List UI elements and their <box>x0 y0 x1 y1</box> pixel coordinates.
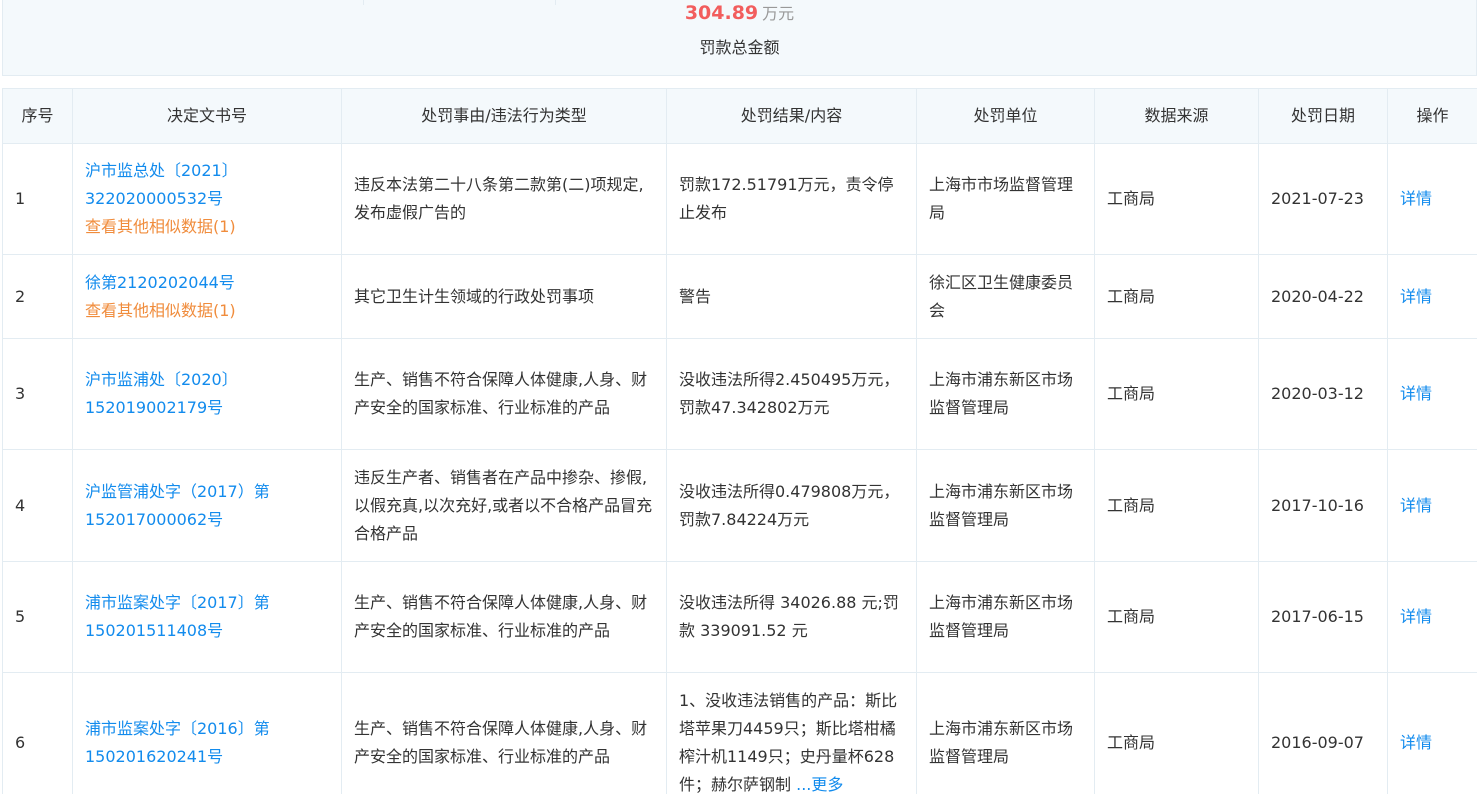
detail-link[interactable]: 详情 <box>1400 496 1432 515</box>
header-result: 处罚结果/内容 <box>666 88 917 144</box>
detail-link[interactable]: 详情 <box>1400 384 1432 403</box>
view-similar-link[interactable]: 查看其他相似数据(1) <box>85 297 329 325</box>
unit-cell: 徐汇区卫生健康委员会 <box>916 254 1095 339</box>
unit-cell: 上海市浦东新区市场监督管理局 <box>916 338 1095 450</box>
row-index: 5 <box>2 561 73 673</box>
header-index: 序号 <box>2 88 73 144</box>
doc-no-link[interactable]: 沪市监总处〔2021〕322020000532号 <box>85 157 329 213</box>
table-row: 4 沪监管浦处字（2017）第152017000062号 违反生产者、销售者在产… <box>2 449 1477 562</box>
source-cell: 工商局 <box>1094 143 1259 255</box>
header-reason: 处罚事由/违法行为类型 <box>341 88 667 144</box>
row-index: 3 <box>2 338 73 450</box>
doc-no-link[interactable]: 沪监管浦处字（2017）第152017000062号 <box>85 478 329 534</box>
reason-cell: 违反本法第二十八条第二款第(二)项规定,发布虚假广告的 <box>341 143 667 255</box>
header-doc-no: 决定文书号 <box>72 88 342 144</box>
unit-cell: 上海市市场监督管理局 <box>916 143 1095 255</box>
table-row: 6 浦市监案处字〔2016〕第150201620241号 生产、销售不符合保障人… <box>2 672 1477 794</box>
row-index: 2 <box>2 254 73 339</box>
action-cell: 详情 <box>1387 561 1477 673</box>
table-row: 2 徐第2120202044号 查看其他相似数据(1) 其它卫生计生领域的行政处… <box>2 254 1477 339</box>
header-source: 数据来源 <box>1094 88 1259 144</box>
table-row: 5 浦市监案处字〔2017〕第150201511408号 生产、销售不符合保障人… <box>2 561 1477 673</box>
result-cell: 没收违法所得0.479808万元，罚款7.84224万元 <box>666 449 917 562</box>
header-unit: 处罚单位 <box>916 88 1095 144</box>
detail-link[interactable]: 详情 <box>1400 189 1432 208</box>
table-row: 1 沪市监总处〔2021〕322020000532号 查看其他相似数据(1) 违… <box>2 143 1477 255</box>
source-cell: 工商局 <box>1094 561 1259 673</box>
detail-link[interactable]: 详情 <box>1400 287 1432 306</box>
date-cell: 2021-07-23 <box>1258 143 1388 255</box>
doc-no-link[interactable]: 浦市监案处字〔2016〕第150201620241号 <box>85 715 329 771</box>
doc-no-cell: 沪市监总处〔2021〕322020000532号 查看其他相似数据(1) <box>72 143 342 255</box>
action-cell: 详情 <box>1387 254 1477 339</box>
result-text-wrap: 1、没收违法销售的产品：斯比塔苹果刀4459只；斯比塔柑橘榨汁机1149只；史丹… <box>679 687 904 794</box>
result-text: 1、没收违法销售的产品：斯比塔苹果刀4459只；斯比塔柑橘榨汁机1149只；史丹… <box>679 690 898 794</box>
action-cell: 详情 <box>1387 338 1477 450</box>
doc-no-link[interactable]: 浦市监案处字〔2017〕第150201511408号 <box>85 589 329 645</box>
total-amount-value: 304.89 <box>684 2 759 24</box>
reason-cell: 生产、销售不符合保障人体健康,人身、财产安全的国家标准、行业标准的产品 <box>341 561 667 673</box>
doc-no-cell: 浦市监案处字〔2016〕第150201620241号 <box>72 672 342 794</box>
date-cell: 2016-09-07 <box>1258 672 1388 794</box>
doc-no-cell: 沪市监浦处〔2020〕152019002179号 <box>72 338 342 450</box>
result-cell: 没收违法所得 34026.88 元;罚款 339091.52 元 <box>666 561 917 673</box>
header-action: 操作 <box>1387 88 1477 144</box>
source-cell: 工商局 <box>1094 254 1259 339</box>
doc-no-cell: 徐第2120202044号 查看其他相似数据(1) <box>72 254 342 339</box>
source-cell: 工商局 <box>1094 338 1259 450</box>
penalty-records-table: 序号 决定文书号 处罚事由/违法行为类型 处罚结果/内容 处罚单位 数据来源 处… <box>2 88 1477 794</box>
doc-no-cell: 沪监管浦处字（2017）第152017000062号 <box>72 449 342 562</box>
date-cell: 2017-10-16 <box>1258 449 1388 562</box>
date-cell: 2020-04-22 <box>1258 254 1388 339</box>
result-cell: 警告 <box>666 254 917 339</box>
unit-cell: 上海市浦东新区市场监督管理局 <box>916 561 1095 673</box>
reason-cell: 生产、销售不符合保障人体健康,人身、财产安全的国家标准、行业标准的产品 <box>341 338 667 450</box>
unit-cell: 上海市浦东新区市场监督管理局 <box>916 672 1095 794</box>
row-index: 6 <box>2 672 73 794</box>
doc-no-link[interactable]: 徐第2120202044号 <box>85 269 329 297</box>
detail-link[interactable]: 详情 <box>1400 607 1432 626</box>
action-cell: 详情 <box>1387 449 1477 562</box>
doc-no-cell: 浦市监案处字〔2017〕第150201511408号 <box>72 561 342 673</box>
total-amount: 304.89 万元 <box>3 1 1476 26</box>
table-header-row: 序号 决定文书号 处罚事由/违法行为类型 处罚结果/内容 处罚单位 数据来源 处… <box>2 88 1477 144</box>
date-cell: 2017-06-15 <box>1258 561 1388 673</box>
reason-cell: 违反生产者、销售者在产品中掺杂、掺假,以假充真,以次充好,或者以不合格产品冒充合… <box>341 449 667 562</box>
row-index: 4 <box>2 449 73 562</box>
source-cell: 工商局 <box>1094 449 1259 562</box>
more-link[interactable]: ...更多 <box>796 775 843 794</box>
result-cell: 罚款172.51791万元，责令停止发布 <box>666 143 917 255</box>
reason-cell: 其它卫生计生领域的行政处罚事项 <box>341 254 667 339</box>
action-cell: 详情 <box>1387 143 1477 255</box>
result-cell: 没收违法所得2.450495万元，罚款47.342802万元 <box>666 338 917 450</box>
action-cell: 详情 <box>1387 672 1477 794</box>
doc-no-link[interactable]: 沪市监浦处〔2020〕152019002179号 <box>85 366 329 422</box>
result-cell: 1、没收违法销售的产品：斯比塔苹果刀4459只；斯比塔柑橘榨汁机1149只；史丹… <box>666 672 917 794</box>
penalty-summary: 304.89 万元 罚款总金额 <box>2 0 1477 76</box>
total-amount-label: 罚款总金额 <box>699 38 780 57</box>
row-index: 1 <box>2 143 73 255</box>
view-similar-link[interactable]: 查看其他相似数据(1) <box>85 213 329 241</box>
detail-link[interactable]: 详情 <box>1400 733 1432 752</box>
table-row: 3 沪市监浦处〔2020〕152019002179号 生产、销售不符合保障人体健… <box>2 338 1477 450</box>
reason-cell: 生产、销售不符合保障人体健康,人身、财产安全的国家标准、行业标准的产品 <box>341 672 667 794</box>
source-cell: 工商局 <box>1094 672 1259 794</box>
unit-cell: 上海市浦东新区市场监督管理局 <box>916 449 1095 562</box>
date-cell: 2020-03-12 <box>1258 338 1388 450</box>
header-date: 处罚日期 <box>1258 88 1388 144</box>
total-amount-unit: 万元 <box>762 4 795 23</box>
